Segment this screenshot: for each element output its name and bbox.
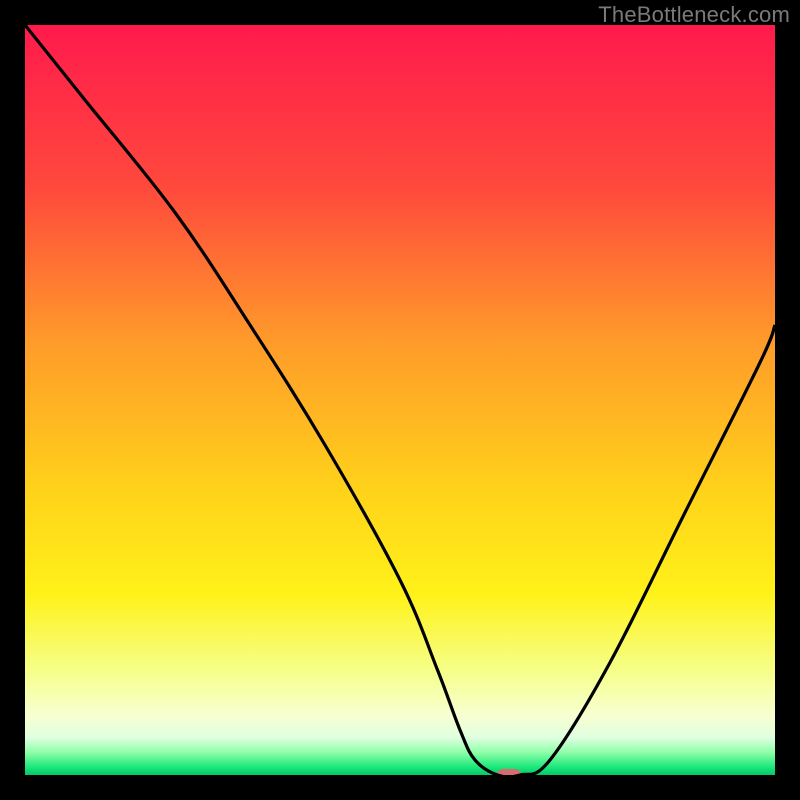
- plot-area: [25, 25, 775, 775]
- bottleneck-curve: [25, 25, 775, 775]
- chart-frame: TheBottleneck.com: [0, 0, 800, 800]
- watermark-text: TheBottleneck.com: [598, 2, 790, 28]
- curve-path: [25, 25, 775, 775]
